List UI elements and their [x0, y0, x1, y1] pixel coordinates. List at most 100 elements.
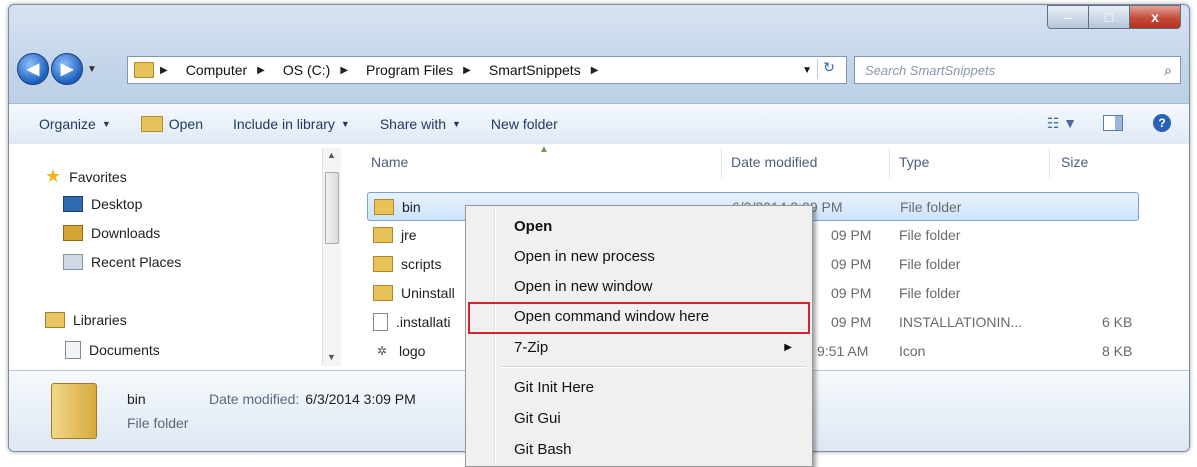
column-divider[interactable]	[889, 148, 890, 178]
menu-item-git-init[interactable]: Git Init Here	[514, 374, 804, 400]
file-type: File folder	[899, 226, 961, 243]
nav-recent-places[interactable]: Recent Places	[63, 254, 181, 270]
recent-places-icon	[63, 254, 83, 270]
documents-icon	[65, 341, 81, 359]
nav-scrollbar[interactable]: ▲ ▼	[322, 148, 341, 366]
menu-item-open-new-window[interactable]: Open in new window	[514, 273, 804, 299]
nav-label: Recent Places	[91, 254, 182, 270]
submenu-arrow-icon: ▶	[784, 341, 792, 353]
toolbar-right: ☷ ▼ ?	[1047, 114, 1171, 132]
nav-desktop[interactable]: Desktop	[63, 196, 142, 212]
breadcrumb-sep[interactable]: ▶	[257, 65, 273, 76]
menu-item-open-command-window[interactable]: Open command window here	[514, 303, 804, 329]
minimize-button[interactable]: –	[1047, 5, 1089, 29]
folder-icon	[373, 284, 393, 301]
menu-item-git-gui[interactable]: Git Gui	[514, 405, 804, 431]
address-dropdown-icon[interactable]: ▼	[802, 65, 812, 76]
chevron-right-icon: ▶	[590, 64, 599, 76]
menu-item-open-new-process[interactable]: Open in new process	[514, 243, 804, 269]
address-bar[interactable]: ▶ Computer ▶ OS (C:) ▶ Program Files ▶ S…	[127, 56, 847, 84]
context-menu: Open Open in new process Open in new win…	[465, 205, 813, 467]
preview-pane-icon[interactable]	[1103, 115, 1123, 131]
breadcrumb-program-files[interactable]: Program Files	[366, 62, 453, 78]
nav-buttons: ◀ ▶ ▼	[17, 53, 101, 85]
file-name: logo	[399, 342, 426, 359]
chevron-down-icon: ▼	[101, 119, 111, 129]
menu-label: Open command window here	[514, 307, 710, 325]
chevron-down-icon: ▼	[452, 119, 461, 129]
file-size: 6 KB	[1102, 313, 1133, 330]
nav-libraries[interactable]: Libraries	[45, 312, 127, 328]
menu-label: Git Init Here	[514, 378, 595, 396]
column-header-name[interactable]: Name	[371, 154, 408, 170]
search-box[interactable]: Search SmartSnippets ⌕	[854, 56, 1181, 84]
share-label: Share with	[379, 116, 446, 132]
menu-gutter	[494, 208, 496, 464]
scroll-down-icon[interactable]: ▼	[327, 352, 336, 362]
back-button[interactable]: ◀	[17, 53, 49, 85]
file-size: 8 KB	[1102, 342, 1133, 359]
open-label: Open	[168, 116, 203, 132]
breadcrumb-root-chevron[interactable]: ▶	[160, 65, 176, 76]
include-in-library-button[interactable]: Include in library ▼	[233, 116, 350, 132]
folder-icon	[374, 198, 394, 215]
close-button[interactable]: x	[1129, 5, 1181, 29]
libraries-icon	[45, 312, 65, 328]
file-icon	[373, 312, 388, 331]
file-date: 09 PM	[831, 313, 872, 330]
column-divider[interactable]	[721, 148, 722, 178]
scrollbar-thumb[interactable]	[325, 172, 339, 244]
file-date: 09 PM	[831, 255, 872, 272]
breadcrumb-label: Computer	[185, 62, 248, 78]
open-folder-icon	[140, 116, 163, 132]
help-icon[interactable]: ?	[1153, 114, 1171, 132]
menu-separator	[500, 366, 806, 368]
menu-label: 7-Zip	[514, 338, 549, 356]
chevron-right-icon: ▶	[340, 64, 349, 76]
menu-item-open[interactable]: Open	[514, 213, 804, 239]
menu-label: Git Gui	[514, 409, 561, 427]
details-name: bin	[127, 391, 146, 407]
navigation-pane: ★ Favorites Desktop Downloads Recent Plac…	[9, 144, 349, 370]
forward-arrow-icon: ▶	[60, 61, 74, 78]
chevron-right-icon: ▶	[257, 64, 265, 76]
chevron-right-icon: ▶	[160, 64, 168, 76]
organize-button[interactable]: Organize ▼	[39, 116, 111, 132]
menu-item-7zip[interactable]: 7-Zip ▶	[514, 334, 804, 360]
nav-documents[interactable]: Documents	[65, 341, 160, 359]
menu-label: Git Bash	[514, 440, 572, 458]
command-bar: Organize ▼ Open Include in library ▼ Share…	[9, 103, 1189, 145]
menu-item-git-bash[interactable]: Git Bash	[514, 436, 804, 462]
refresh-icon[interactable]: ↻	[817, 59, 840, 79]
scroll-up-icon[interactable]: ▲	[327, 150, 336, 160]
maximize-button[interactable]: □	[1088, 5, 1130, 29]
column-header-date[interactable]: Date modified	[731, 154, 817, 170]
breadcrumb-smartsnippets[interactable]: SmartSnippets	[489, 62, 581, 78]
file-type: INSTALLATIONIN...	[899, 313, 1023, 330]
search-input[interactable]: Search SmartSnippets	[865, 63, 1164, 78]
chevron-right-icon: ▶	[463, 64, 471, 76]
breadcrumb-sep[interactable]: ▶	[463, 65, 479, 76]
column-header-type[interactable]: Type	[899, 154, 929, 170]
open-button[interactable]: Open	[140, 116, 203, 132]
star-icon: ★	[45, 166, 62, 186]
file-type: File folder	[899, 255, 961, 272]
chevron-down-icon: ▼	[340, 119, 350, 129]
breadcrumb-os-c[interactable]: OS (C:)	[283, 62, 330, 78]
forward-button[interactable]: ▶	[51, 53, 83, 85]
nav-favorites[interactable]: ★ Favorites	[45, 166, 127, 187]
file-date: 09 PM	[831, 284, 872, 301]
search-icon[interactable]: ⌕	[1164, 62, 1172, 79]
nav-downloads[interactable]: Downloads	[63, 225, 160, 241]
breadcrumb-computer[interactable]: Computer	[186, 62, 247, 78]
recent-pages-dropdown[interactable]: ▼	[87, 64, 97, 75]
breadcrumb-sep[interactable]: ▶	[591, 65, 607, 76]
caption-buttons: – □ x	[1047, 5, 1181, 29]
breadcrumb-sep[interactable]: ▶	[340, 65, 356, 76]
column-header-size[interactable]: Size	[1061, 154, 1088, 170]
change-view-icon[interactable]: ☷ ▼	[1047, 115, 1077, 132]
new-folder-button[interactable]: New folder	[491, 116, 558, 132]
column-divider[interactable]	[1049, 148, 1050, 178]
breadcrumb-label: OS (C:)	[282, 62, 331, 78]
share-with-button[interactable]: Share with ▼	[380, 116, 461, 132]
